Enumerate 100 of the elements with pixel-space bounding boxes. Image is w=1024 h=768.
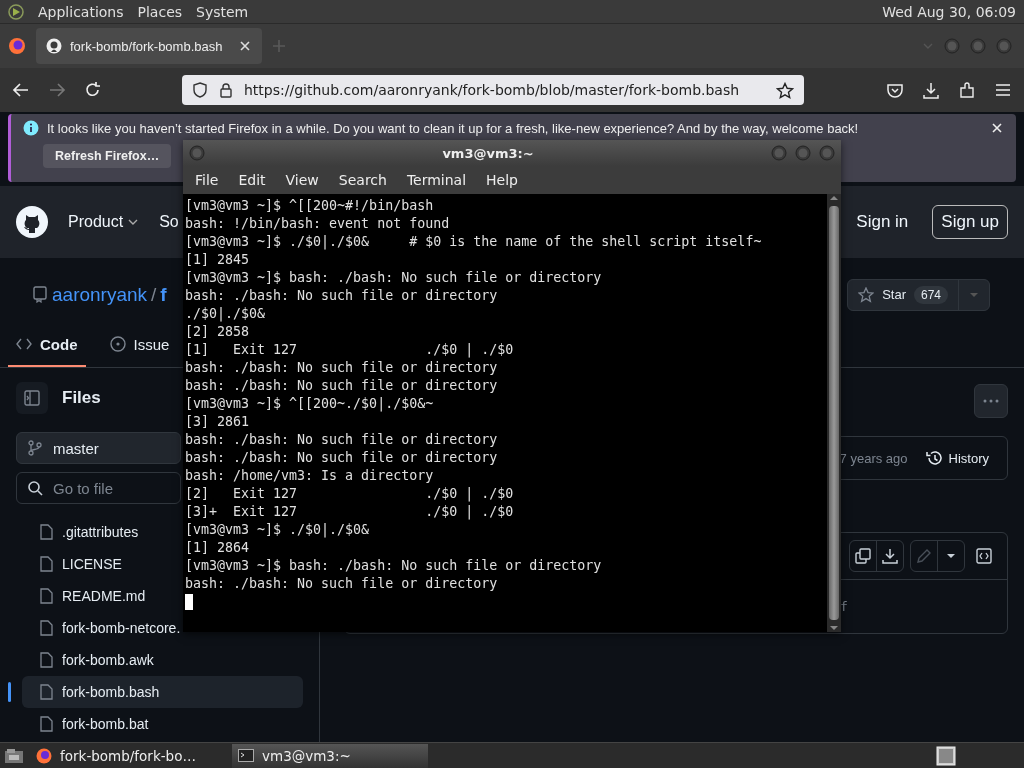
- menu-icon[interactable]: [994, 81, 1012, 99]
- caret-icon: [969, 291, 979, 298]
- repo-owner-link[interactable]: aaronryank: [52, 283, 148, 306]
- menu-item[interactable]: View: [275, 172, 329, 188]
- scrollbar[interactable]: [827, 194, 841, 632]
- terminal-line: [2] Exit 127 ./$0 | ./$0: [185, 485, 515, 503]
- history-link[interactable]: History: [925, 449, 989, 467]
- terminal-line: [1] 2845: [185, 251, 251, 269]
- history-icon: [925, 449, 943, 467]
- star-label: Star: [882, 287, 906, 303]
- file-icon: [38, 556, 54, 572]
- menu-item[interactable]: File: [185, 172, 229, 188]
- address-bar[interactable]: https://github.com/aaronryank/fork-bomb/blob/master/fork-bomb.bash: [182, 75, 804, 105]
- search-icon: [27, 480, 43, 496]
- file-search-field[interactable]: Go to file: [16, 472, 181, 504]
- terminal-line: [vm3@vm3 ~]$ bash: ./bash: No such file or directory: [185, 557, 603, 575]
- file-tree-item[interactable]: fork-bomb-netcore.: [22, 612, 181, 644]
- code-text: f: [840, 599, 848, 614]
- menu-item[interactable]: Terminal: [396, 172, 477, 188]
- sidebar-toggle-button[interactable]: [16, 382, 48, 414]
- menu-item[interactable]: Places: [137, 3, 183, 20]
- terminal-line: [2] 2858: [185, 323, 251, 341]
- repo-icon: [32, 286, 48, 304]
- workspace-switcher-icon[interactable]: [936, 745, 956, 766]
- terminal-line: [vm3@vm3 ~]$ bash: ./bash: No such file or directory: [185, 269, 603, 287]
- terminal-line: bash: !/bin/bash: event not found: [185, 215, 451, 233]
- file-icon: [38, 588, 54, 604]
- repo-tab[interactable]: Issue: [101, 323, 178, 367]
- pocket-icon[interactable]: [886, 82, 904, 98]
- reload-icon[interactable]: [84, 81, 102, 99]
- files-heading: Files: [62, 388, 101, 408]
- file-icon: [38, 524, 54, 540]
- download-icon: [882, 548, 898, 564]
- terminal-line: bash: ./bash: No such file or directory: [185, 377, 499, 395]
- caret-icon: [946, 553, 956, 559]
- scroll-down-icon[interactable]: [829, 624, 839, 632]
- taskbar-button[interactable]: vm3@vm3:~: [232, 743, 428, 768]
- lock-icon[interactable]: [218, 82, 234, 98]
- branch-icon: [27, 440, 43, 456]
- repo-tab[interactable]: Code: [8, 323, 86, 367]
- github-logo-icon: [46, 38, 62, 54]
- menu-item[interactable]: System: [196, 3, 249, 20]
- file-tree-item[interactable]: LICENSE: [22, 548, 181, 580]
- github-logo-icon[interactable]: [16, 206, 48, 238]
- terminal-line: [1] Exit 127 ./$0 | ./$0: [185, 341, 515, 359]
- window-title: vm3@vm3:~: [441, 145, 535, 161]
- back-icon[interactable]: [12, 81, 30, 99]
- menu-item[interactable]: Applications: [38, 3, 124, 20]
- repo-name-link[interactable]: f: [160, 283, 167, 306]
- nav-menu[interactable]: So: [159, 213, 179, 231]
- download-icon[interactable]: [922, 81, 940, 99]
- terminal-line: bash: ./bash: No such file or directory: [185, 431, 499, 449]
- terminal-line: bash: ./bash: No such file or directory: [185, 575, 499, 593]
- code-icon: [976, 548, 992, 564]
- shield-icon[interactable]: [192, 82, 208, 98]
- bookmark-star-icon[interactable]: [776, 81, 794, 99]
- terminal-line: [vm3@vm3 ~]$ ./$0|./$0&: [185, 521, 371, 539]
- panel-icon: [24, 390, 40, 406]
- branch-selector[interactable]: master: [16, 432, 181, 464]
- terminal-line: bash: ./bash: No such file or directory: [185, 449, 499, 467]
- file-tree-item[interactable]: README.md: [22, 580, 181, 612]
- text-cursor: [185, 594, 193, 610]
- taskbar-button[interactable]: fork-bomb/fork-bo…: [30, 743, 226, 768]
- star-button-group[interactable]: Star 674: [847, 278, 990, 311]
- browser-tab[interactable]: fork-bomb/fork-bomb.bash: [36, 28, 262, 64]
- show-desktop-icon[interactable]: [4, 746, 24, 765]
- sign-up-button[interactable]: Sign up: [932, 205, 1008, 239]
- nav-menu[interactable]: Product: [68, 213, 140, 231]
- selection-indicator: [8, 682, 11, 702]
- refresh-button[interactable]: Refresh Firefox…: [43, 144, 172, 168]
- terminal-line: [vm3@vm3 ~]$ ^[[200~./$0|./$0&~: [185, 395, 435, 413]
- issue-icon: [109, 336, 126, 353]
- terminal-line: bash: /home/vm3: Is a directory: [185, 467, 435, 485]
- star-count: 674: [913, 285, 948, 304]
- path-separator: /: [151, 283, 157, 306]
- forward-icon[interactable]: [48, 81, 66, 99]
- terminal-line: bash: ./bash: No such file or directory: [185, 287, 499, 305]
- terminal-icon: [238, 748, 254, 763]
- file-tree-item[interactable]: fork-bomb.bash: [22, 676, 303, 708]
- file-tree-item[interactable]: .gitattributes: [22, 516, 181, 548]
- file-tree-item[interactable]: fork-bomb.awk: [22, 644, 181, 676]
- sign-in-link[interactable]: Sign in: [856, 212, 909, 232]
- close-icon[interactable]: [990, 121, 1004, 135]
- menu-item[interactable]: Edit: [228, 172, 276, 188]
- ellipsis-icon: [982, 398, 1000, 404]
- menu-item[interactable]: Help: [476, 172, 528, 188]
- file-tree-item[interactable]: fork-bomb.bat: [22, 708, 181, 740]
- browser-logo-icon[interactable]: [8, 37, 26, 55]
- terminal-line: [1] 2864: [185, 539, 251, 557]
- notification-message: It looks like you haven’t started Firefox in a while. Do you want to clean it up for a fresh, like-new experience? And by the way, welcome back!: [47, 120, 860, 136]
- terminal-line: [vm3@vm3 ~]$ ^[[200~#!/bin/bash: [185, 197, 435, 215]
- terminal-line: ./$0|./$0&: [185, 305, 267, 323]
- tab-close-icon[interactable]: [238, 39, 252, 53]
- browser-logo-icon: [36, 747, 52, 764]
- star-icon: [858, 286, 875, 303]
- logo-icon[interactable]: [8, 3, 24, 20]
- file-icon: [38, 716, 54, 732]
- file-icon: [38, 652, 54, 668]
- menu-item[interactable]: Search: [328, 172, 397, 188]
- terminal-line: [3] 2861: [185, 413, 251, 431]
